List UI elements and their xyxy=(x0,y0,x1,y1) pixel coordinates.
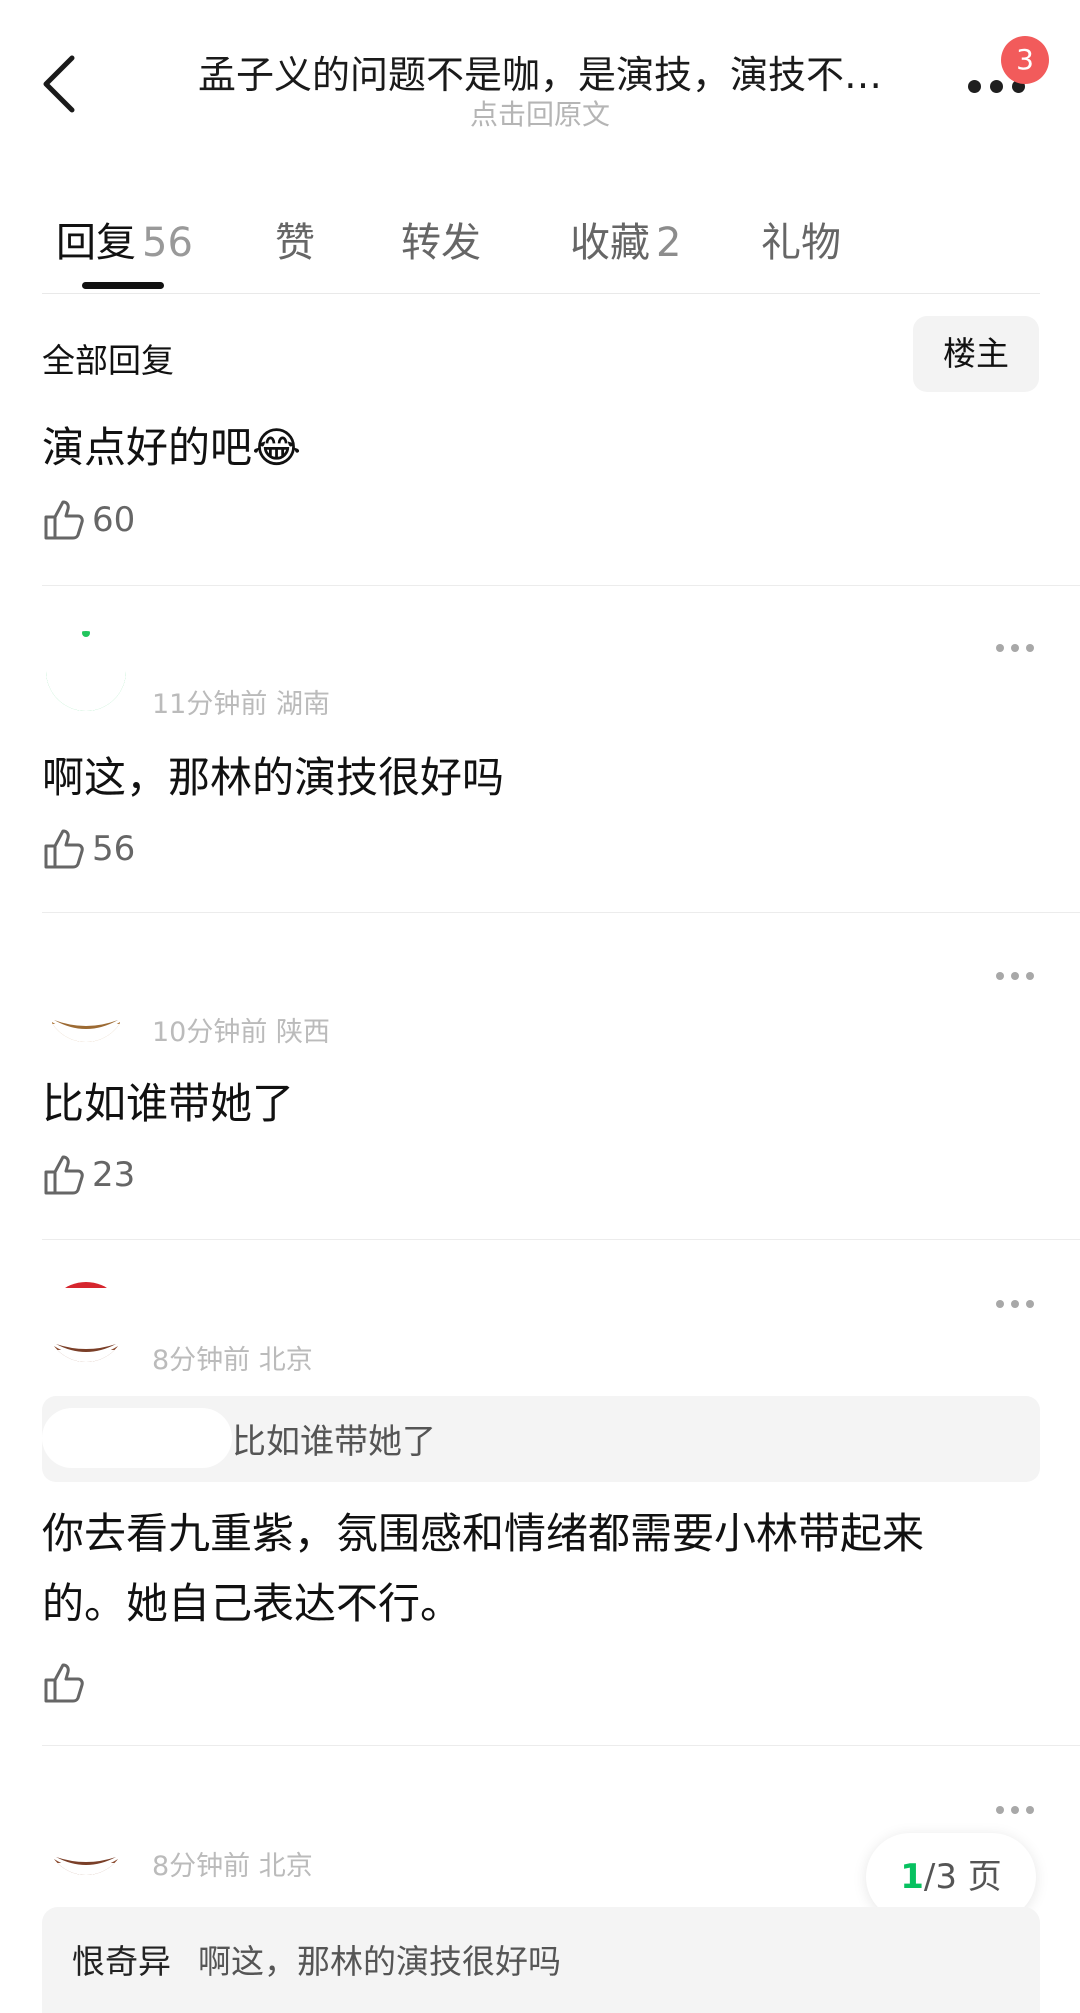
like-count: 60 xyxy=(92,500,136,540)
comment-divider xyxy=(42,912,1080,913)
comment-divider xyxy=(42,585,1080,586)
active-tab-indicator xyxy=(82,282,164,289)
avatar[interactable] xyxy=(46,631,126,711)
tab-gifts[interactable]: 礼物 xyxy=(761,210,841,268)
like-count: 23 xyxy=(92,1155,136,1195)
post-title[interactable]: 孟子义的问题不是咖，是演技，演技不… xyxy=(160,44,920,99)
quoted-text: 啊这，那林的演技很好吗 xyxy=(198,1942,561,1981)
op-only-button[interactable]: 楼主 xyxy=(913,316,1039,392)
redacted-username xyxy=(42,1408,232,1468)
quoted-username[interactable]: 恨奇异 xyxy=(72,1935,171,1983)
comment-text: 你去看九重紫，氛围感和情绪都需要小林带起来的。她自己表达不行。 xyxy=(42,1509,925,1628)
tab-bar: 回复 56 赞 转发 收藏 2 礼物 xyxy=(0,190,1080,294)
tab-count: 56 xyxy=(142,220,193,266)
like-count: 56 xyxy=(92,829,136,869)
tabs-divider xyxy=(42,293,1040,294)
comment-more-icon[interactable] xyxy=(996,972,1036,984)
tab-reposts[interactable]: 转发 xyxy=(401,210,481,268)
tab-label: 转发 xyxy=(401,220,481,266)
notification-badge: 3 xyxy=(1001,36,1049,84)
thumbs-up-icon xyxy=(44,1663,84,1703)
comment-divider xyxy=(42,1745,1080,1746)
comment-text: 啊这，那林的演技很好吗 xyxy=(42,753,505,802)
comment-more-icon[interactable] xyxy=(996,1300,1036,1312)
quoted-text: 比如谁带她了 xyxy=(232,1422,436,1462)
thumbs-up-icon xyxy=(44,829,84,869)
avatar[interactable] xyxy=(46,1795,126,1875)
comment-more-icon[interactable] xyxy=(996,1806,1036,1818)
comment-meta: 10分钟前 陕西 xyxy=(152,1017,330,1048)
tab-count: 2 xyxy=(656,220,682,266)
avatar[interactable] xyxy=(46,1282,126,1362)
quoted-reply[interactable]: 比如谁带她了 xyxy=(42,1396,1040,1482)
tab-likes[interactable]: 赞 xyxy=(275,210,315,268)
comment-meta: 8分钟前 北京 xyxy=(152,1345,313,1376)
top-bar: 孟子义的问题不是咖，是演技，演技不… 点击回原文 3 xyxy=(0,0,1080,160)
all-replies-label: 全部回复 xyxy=(42,341,174,380)
comment-meta: 8分钟前 北京 xyxy=(152,1851,313,1882)
back-to-original-link[interactable]: 点击回原文 xyxy=(160,93,920,133)
comment-text: 演点好的吧😂 xyxy=(42,423,302,472)
quoted-reply[interactable]: 恨奇异 啊这，那林的演技很好吗 xyxy=(42,1907,1040,2013)
current-page: 1 xyxy=(900,1857,924,1897)
tab-label: 回复 xyxy=(56,220,136,266)
avatar[interactable] xyxy=(46,962,126,1042)
tab-label: 收藏 xyxy=(570,220,650,266)
tab-label: 赞 xyxy=(275,220,315,266)
tab-favorites[interactable]: 收藏 2 xyxy=(570,210,681,268)
thumbs-up-icon xyxy=(44,500,84,540)
comment-more-icon[interactable] xyxy=(996,644,1036,656)
total-pages: /3 页 xyxy=(923,1857,1002,1897)
tab-label: 礼物 xyxy=(761,220,841,266)
thumbs-up-icon xyxy=(44,1155,84,1195)
comment-text: 比如谁带她了 xyxy=(42,1079,295,1128)
comment-divider xyxy=(42,1239,1080,1240)
tab-replies[interactable]: 回复 56 xyxy=(56,210,193,268)
comment-meta: 11分钟前 湖南 xyxy=(152,689,330,720)
back-arrow-icon[interactable] xyxy=(38,52,82,116)
